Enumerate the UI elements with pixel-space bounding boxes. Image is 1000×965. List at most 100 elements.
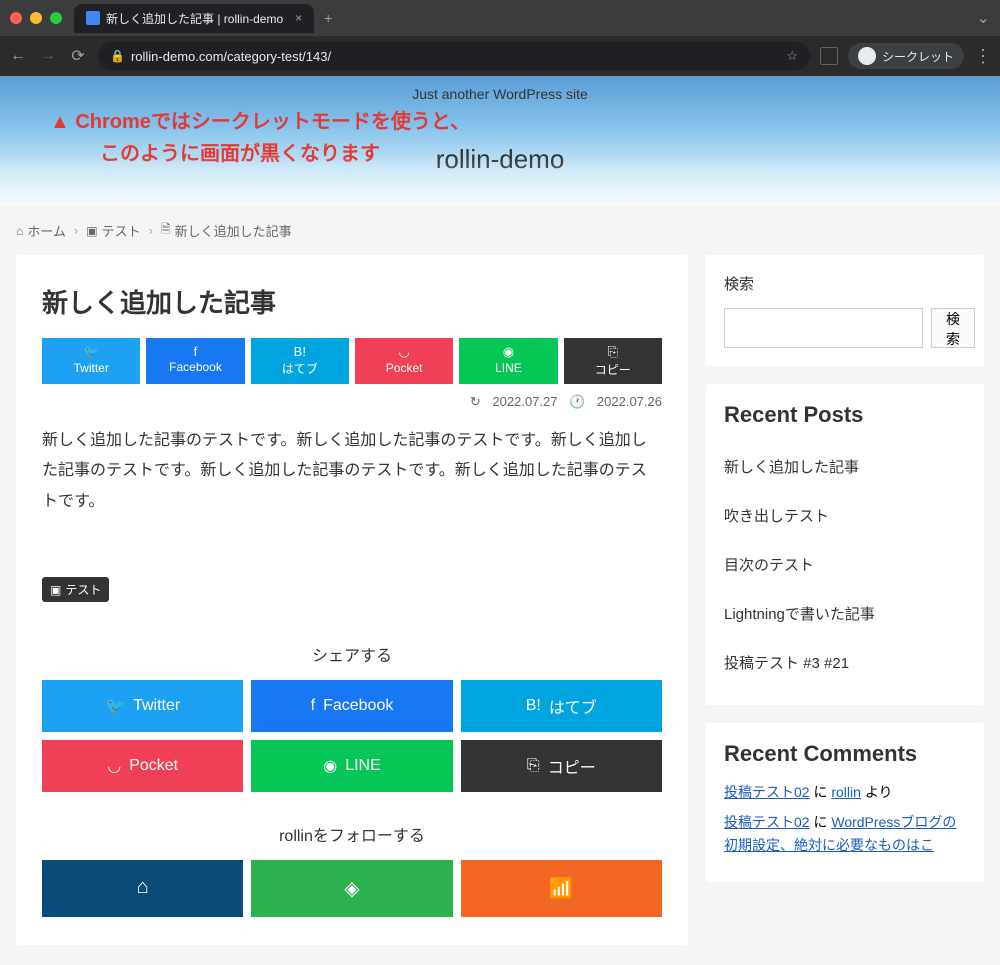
article-title: 新しく追加した記事 — [42, 283, 662, 320]
tab-close-icon[interactable]: × — [295, 11, 302, 25]
line-icon: ◉ — [503, 344, 514, 360]
search-row: 検索 — [724, 308, 966, 348]
line-icon: ◉ — [323, 756, 337, 776]
content-container: 新しく追加した記事 🐦Twitter fFacebook B!はてブ ◡Pock… — [0, 255, 1000, 965]
copy-icon: ⎘ — [527, 757, 540, 775]
twitter-icon: 🐦 — [83, 344, 99, 360]
share-copy-button[interactable]: ⎘コピー — [564, 338, 662, 384]
recent-post-link[interactable]: 新しく追加した記事 — [724, 442, 966, 491]
share-line-button[interactable]: ◉LINE — [459, 338, 557, 384]
share-hatebu-button-large[interactable]: B!はてブ — [461, 680, 662, 732]
breadcrumb-home[interactable]: ⌂ホーム — [16, 221, 66, 240]
search-widget: 検索 検索 — [706, 255, 984, 366]
url-text: rollin-demo.com/category-test/143/ — [131, 49, 331, 64]
lock-icon: 🔒 — [110, 49, 125, 63]
breadcrumb: ⌂ホーム › ▣テスト › 🗎新しく追加した記事 — [0, 206, 1000, 255]
share-twitter-button[interactable]: 🐦Twitter — [42, 338, 140, 384]
tab-title: 新しく追加した記事 | rollin-demo — [106, 10, 283, 27]
follow-feedly-button[interactable]: ◈ — [251, 860, 452, 917]
home-icon: ⌂ — [16, 224, 23, 238]
share-copy-button-large[interactable]: ⎘コピー — [461, 740, 662, 792]
share-facebook-button-large[interactable]: fFacebook — [251, 680, 452, 732]
back-button[interactable]: ← — [8, 47, 28, 65]
window-minimize-button[interactable] — [30, 12, 42, 24]
window-controls — [10, 12, 62, 24]
share-buttons-bottom: 🐦Twitter fFacebook B!はてブ ◡Pocket ◉LINE ⎘… — [42, 680, 662, 792]
annotation-line-1: ▲ Chromeではシークレットモードを使うと、 — [50, 106, 470, 138]
twitter-icon: 🐦 — [105, 696, 125, 716]
document-icon: 🗎 — [161, 220, 171, 241]
facebook-icon: f — [311, 697, 315, 715]
folder-icon: ▣ — [86, 224, 97, 238]
folder-icon: ▣ — [50, 583, 61, 597]
share-pocket-button-large[interactable]: ◡Pocket — [42, 740, 243, 792]
search-input[interactable] — [724, 308, 923, 348]
category-tag[interactable]: ▣テスト — [42, 577, 109, 602]
follow-buttons: ⌂ ◈ 📶 — [42, 860, 662, 917]
recent-post-link[interactable]: 吹き出しテスト — [724, 491, 966, 540]
incognito-icon — [858, 47, 876, 65]
breadcrumb-category[interactable]: ▣テスト — [86, 221, 140, 240]
hatebu-icon: B! — [526, 697, 541, 715]
url-field[interactable]: 🔒 rollin-demo.com/category-test/143/ ☆ — [98, 42, 810, 70]
rss-icon: 📶 — [549, 878, 574, 900]
site-tagline: Just another WordPress site — [0, 76, 1000, 102]
date-updated: ↻ 2022.07.27 — [470, 394, 558, 409]
main-column: 新しく追加した記事 🐦Twitter fFacebook B!はてブ ◡Pock… — [16, 255, 688, 945]
recent-comments-list: 投稿テスト02 に rollin より 投稿テスト02 に WordPressブ… — [724, 781, 966, 856]
recent-post-link[interactable]: 投稿テスト #3 #21 — [724, 638, 966, 687]
comment-post-link[interactable]: 投稿テスト02 — [724, 784, 810, 800]
annotation-line-2: このように画面が黒くなります — [50, 138, 470, 170]
breadcrumb-separator: › — [149, 223, 153, 238]
search-widget-title: 検索 — [724, 273, 966, 294]
feedly-icon: ◈ — [344, 878, 359, 900]
share-facebook-button[interactable]: fFacebook — [146, 338, 244, 384]
recent-comments-widget: Recent Comments 投稿テスト02 に rollin より 投稿テス… — [706, 723, 984, 882]
search-button[interactable]: 検索 — [931, 308, 975, 348]
address-bar: ← → ⟳ 🔒 rollin-demo.com/category-test/14… — [0, 36, 1000, 76]
breadcrumb-separator: › — [74, 223, 78, 238]
comment-item: 投稿テスト02 に rollin より — [724, 781, 966, 803]
follow-rss-button[interactable]: 📶 — [461, 860, 662, 917]
tabs-chevron-down-icon[interactable]: ⌄ — [977, 8, 990, 28]
facebook-icon: f — [194, 344, 198, 359]
home-icon: ⌂ — [137, 876, 149, 898]
recent-posts-list: 新しく追加した記事 吹き出しテスト 目次のテスト Lightningで書いた記事… — [724, 442, 966, 687]
extension-icon[interactable] — [820, 47, 838, 65]
follow-home-button[interactable]: ⌂ — [42, 860, 243, 917]
share-pocket-button[interactable]: ◡Pocket — [355, 338, 453, 384]
site-title[interactable]: rollin-demo — [436, 144, 565, 175]
recent-post-link[interactable]: Lightningで書いた記事 — [724, 589, 966, 638]
recent-post-link[interactable]: 目次のテスト — [724, 540, 966, 589]
incognito-label: シークレット — [882, 48, 954, 65]
bookmark-star-icon[interactable]: ☆ — [786, 48, 798, 64]
hatebu-icon: B! — [294, 344, 306, 359]
recent-posts-title: Recent Posts — [724, 402, 966, 428]
share-buttons-top: 🐦Twitter fFacebook B!はてブ ◡Pocket ◉LINE ⎘… — [42, 338, 662, 384]
share-section-label: シェアする — [42, 642, 662, 666]
recent-comments-title: Recent Comments — [724, 741, 966, 767]
browser-menu-button[interactable]: ⋮ — [974, 46, 992, 67]
pocket-icon: ◡ — [398, 344, 409, 360]
new-tab-button[interactable]: + — [324, 10, 332, 26]
comment-item: 投稿テスト02 に WordPressブログの初期設定、絶対に必要なものはこ — [724, 811, 966, 856]
comment-post-link[interactable]: 投稿テスト02 — [724, 814, 810, 830]
article-body: 新しく追加した記事のテストです。新しく追加した記事のテストです。新しく追加した記… — [42, 426, 662, 517]
browser-tab[interactable]: 新しく追加した記事 | rollin-demo × — [74, 4, 314, 33]
share-line-button-large[interactable]: ◉LINE — [251, 740, 452, 792]
recent-posts-widget: Recent Posts 新しく追加した記事 吹き出しテスト 目次のテスト Li… — [706, 384, 984, 705]
forward-button[interactable]: → — [38, 47, 58, 65]
reload-button[interactable]: ⟳ — [68, 46, 88, 66]
comment-author-link[interactable]: rollin — [831, 784, 861, 800]
share-twitter-button-large[interactable]: 🐦Twitter — [42, 680, 243, 732]
article-dates: ↻ 2022.07.27 🕐 2022.07.26 — [42, 394, 662, 410]
share-hatebu-button[interactable]: B!はてブ — [251, 338, 349, 384]
window-titlebar: 新しく追加した記事 | rollin-demo × + ⌄ — [0, 0, 1000, 36]
window-close-button[interactable] — [10, 12, 22, 24]
annotation-overlay: ▲ Chromeではシークレットモードを使うと、 このように画面が黒くなります — [50, 106, 470, 170]
browser-chrome: 新しく追加した記事 | rollin-demo × + ⌄ ← → ⟳ 🔒 ro… — [0, 0, 1000, 76]
site-header: Just another WordPress site ▲ Chromeではシー… — [0, 76, 1000, 206]
window-maximize-button[interactable] — [50, 12, 62, 24]
incognito-badge[interactable]: シークレット — [848, 43, 964, 69]
favicon-icon — [86, 11, 100, 25]
